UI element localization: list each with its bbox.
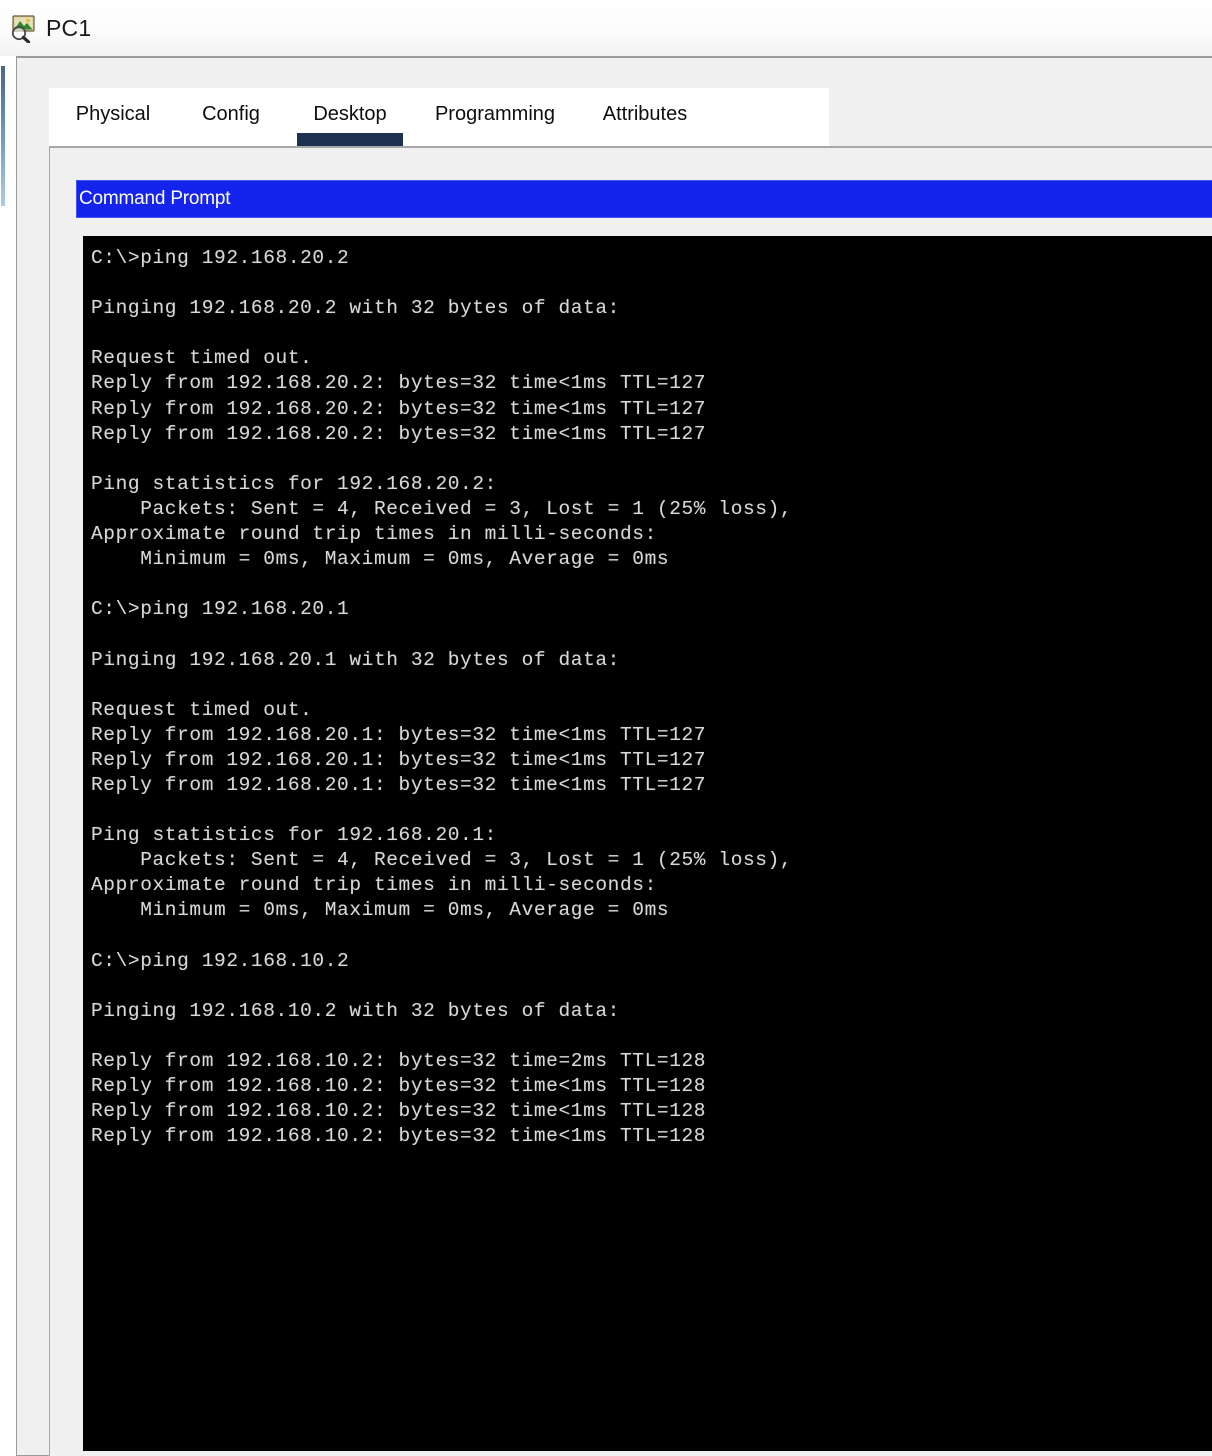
terminal-line: C:\>ping 192.168.20.2: [91, 247, 350, 269]
tab-desktop[interactable]: Desktop: [285, 88, 415, 146]
tab-config[interactable]: Config: [177, 88, 285, 146]
tab-config-label: Config: [202, 102, 260, 125]
terminal-output[interactable]: C:\>ping 192.168.20.2 Pinging 192.168.20…: [83, 236, 1212, 1451]
terminal-line: C:\>ping 192.168.10.2: [91, 949, 350, 972]
terminal-line: Reply from 192.168.10.2: bytes=32 time<1…: [91, 1100, 707, 1123]
tab-programming[interactable]: Programming: [415, 88, 575, 146]
terminal-line: Pinging 192.168.10.2 with 32 bytes of da…: [91, 999, 620, 1022]
tab-bar: Physical Config Desktop Programming Attr…: [49, 88, 829, 146]
terminal-line: Reply from 192.168.10.2: bytes=32 time=2…: [91, 1050, 707, 1072]
terminal-line: Packets: Sent = 4, Received = 3, Lost = …: [91, 849, 793, 872]
terminal-line: Pinging 192.168.20.2 with 32 bytes of da…: [91, 297, 620, 320]
command-prompt-title: Command Prompt: [79, 188, 231, 209]
terminal-line: Reply from 192.168.10.2: bytes=32 time<1…: [91, 1075, 707, 1098]
terminal-line: Request timed out.: [91, 347, 313, 370]
terminal-line: Pinging 192.168.20.1 with 32 bytes of da…: [91, 648, 620, 671]
command-prompt-title-bar: Command Prompt: [76, 180, 1212, 218]
tab-programming-label: Programming: [434, 102, 556, 125]
terminal-line: C:\>ping 192.168.20.1: [91, 598, 350, 621]
terminal-line: Approximate round trip times in milli-se…: [91, 874, 657, 897]
terminal-line: Reply from 192.168.20.2: bytes=32 time<1…: [91, 422, 707, 445]
terminal-line: Reply from 192.168.10.2: bytes=32 time<1…: [91, 1125, 707, 1148]
frame-accent-bar: [1, 66, 5, 206]
window-title-bar: PC1: [0, 0, 1212, 56]
device-window-frame: Physical Config Desktop Programming Attr…: [1, 56, 1212, 1456]
tab-physical[interactable]: Physical: [49, 88, 177, 146]
terminal-line: Minimum = 0ms, Maximum = 0ms, Average = …: [91, 548, 670, 571]
terminal-line: Minimum = 0ms, Maximum = 0ms, Average = …: [91, 899, 670, 922]
terminal-line: Reply from 192.168.20.2: bytes=32 time<1…: [91, 372, 707, 395]
terminal-line: Ping statistics for 192.168.20.2:: [91, 472, 497, 495]
terminal-line: Packets: Sent = 4, Received = 3, Lost = …: [91, 497, 793, 520]
terminal-lines: C:\>ping 192.168.20.2 Pinging 192.168.20…: [91, 246, 1212, 1149]
terminal-line: Reply from 192.168.20.1: bytes=32 time<1…: [91, 773, 707, 796]
desktop-panel: Command Prompt C:\>ping 192.168.20.2 Pin…: [49, 146, 1212, 1456]
terminal-line: Reply from 192.168.20.1: bytes=32 time<1…: [91, 748, 707, 771]
device-inspect-icon: [8, 13, 38, 44]
terminal-line: Reply from 192.168.20.2: bytes=32 time<1…: [91, 397, 707, 420]
page-title: PC1: [46, 14, 92, 41]
terminal-line: Reply from 192.168.20.1: bytes=32 time<1…: [91, 723, 707, 746]
tab-attributes-label: Attributes: [602, 102, 688, 125]
terminal-line: Ping statistics for 192.168.20.1:: [91, 824, 497, 847]
terminal-line: Approximate round trip times in milli-se…: [91, 523, 657, 546]
tab-attributes[interactable]: Attributes: [575, 88, 715, 146]
terminal-line: Request timed out.: [91, 698, 313, 721]
tab-physical-label: Physical: [75, 102, 151, 125]
tab-desktop-label: Desktop: [313, 102, 387, 125]
